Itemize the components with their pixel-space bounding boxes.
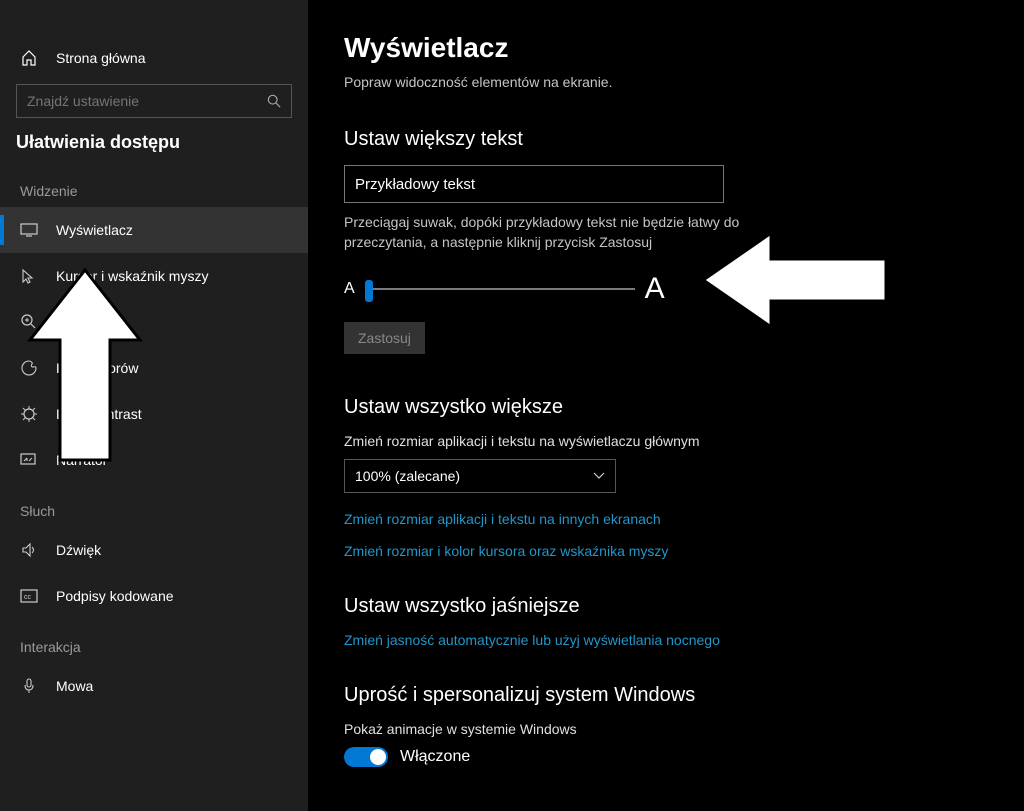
sidebar-item-sound[interactable]: Dźwięk (0, 527, 308, 573)
link-other-screens[interactable]: Zmień rozmiar aplikacji i tekstu na inny… (344, 511, 1024, 527)
sidebar-item-closed-captions[interactable]: cc Podpisy kodowane (0, 573, 308, 619)
page-subtitle: Popraw widoczność elementów na ekranie. (344, 74, 1024, 90)
search-icon (267, 94, 281, 108)
group-vision: Widzenie (0, 183, 308, 199)
simplify-heading: Uprość i spersonalizuj system Windows (344, 684, 1024, 707)
sidebar-item-label: Dźwięk (56, 542, 101, 558)
everything-bigger-heading: Ustaw wszystko większe (344, 396, 1024, 419)
link-cursor-size[interactable]: Zmień rozmiar i kolor kursora oraz wskaź… (344, 543, 1024, 559)
sidebar-item-narrator[interactable]: Narrator (0, 437, 308, 483)
narrator-icon (20, 451, 38, 469)
mic-icon (20, 677, 38, 695)
apply-button[interactable]: Zastosuj (344, 322, 425, 354)
animations-toggle[interactable] (344, 747, 388, 767)
cursor-icon (20, 267, 38, 285)
dropdown-value: 100% (zalecane) (355, 468, 460, 484)
cc-icon: cc (20, 587, 38, 605)
sidebar-item-label: Filtry kolorów (56, 360, 138, 376)
home-icon (20, 49, 38, 67)
sidebar-item-label: Lupa (56, 314, 87, 330)
palette-icon (20, 359, 38, 377)
link-brightness[interactable]: Zmień jasność automatycznie lub użyj wyś… (344, 632, 1024, 648)
scale-dropdown[interactable]: 100% (zalecane) (344, 459, 616, 493)
sidebar-item-label: Podpisy kodowane (56, 588, 174, 604)
chevron-down-icon (593, 472, 605, 480)
text-size-slider[interactable] (365, 288, 635, 290)
group-interaction: Interakcja (0, 639, 308, 655)
main-content: Wyświetlacz Popraw widoczność elementów … (308, 0, 1024, 811)
bigger-text-heading: Ustaw większy tekst (344, 128, 1024, 151)
text-size-slider-row: A A (344, 272, 1024, 306)
home-link[interactable]: Strona główna (0, 38, 308, 78)
letter-small: A (344, 280, 355, 298)
sidebar-item-label: Narrator (56, 452, 107, 468)
home-label: Strona główna (56, 50, 146, 66)
sidebar-item-label: Mowa (56, 678, 93, 694)
sidebar-item-high-contrast[interactable]: Duży kontrast (0, 391, 308, 437)
sidebar-item-color-filters[interactable]: Filtry kolorów (0, 345, 308, 391)
speaker-icon (20, 541, 38, 559)
brighter-heading: Ustaw wszystko jaśniejsze (344, 595, 1024, 618)
scale-label: Zmień rozmiar aplikacji i tekstu na wyśw… (344, 433, 1024, 449)
toggle-label: Włączone (400, 748, 470, 766)
sidebar-item-label: Wyświetlacz (56, 222, 133, 238)
section-title: Ułatwienia dostępu (0, 132, 308, 153)
svg-text:cc: cc (24, 594, 32, 601)
display-icon (20, 221, 38, 239)
slider-thumb[interactable] (365, 280, 373, 302)
sidebar-item-display[interactable]: Wyświetlacz (0, 207, 308, 253)
page-title: Wyświetlacz (344, 32, 1024, 64)
sidebar-item-label: Kursor i wskaźnik myszy (56, 268, 208, 284)
letter-big: A (645, 272, 665, 306)
sidebar-item-label: Duży kontrast (56, 406, 142, 422)
sidebar-item-magnifier[interactable]: Lupa (0, 299, 308, 345)
bigger-text-desc: Przeciągaj suwak, dopóki przykładowy tek… (344, 213, 764, 252)
animations-label: Pokaż animacje w systemie Windows (344, 721, 1024, 737)
sample-text: Przykładowy tekst (355, 176, 475, 193)
magnifier-icon (20, 313, 38, 331)
sidebar-item-cursor[interactable]: Kursor i wskaźnik myszy (0, 253, 308, 299)
contrast-icon (20, 405, 38, 423)
sidebar-item-speech[interactable]: Mowa (0, 663, 308, 709)
sample-text-box: Przykładowy tekst (344, 165, 724, 203)
sidebar: Strona główna Ułatwienia dostępu Widzeni… (0, 0, 308, 811)
search-input[interactable] (27, 93, 267, 109)
search-input-wrapper[interactable] (16, 84, 292, 118)
group-hearing: Słuch (0, 503, 308, 519)
